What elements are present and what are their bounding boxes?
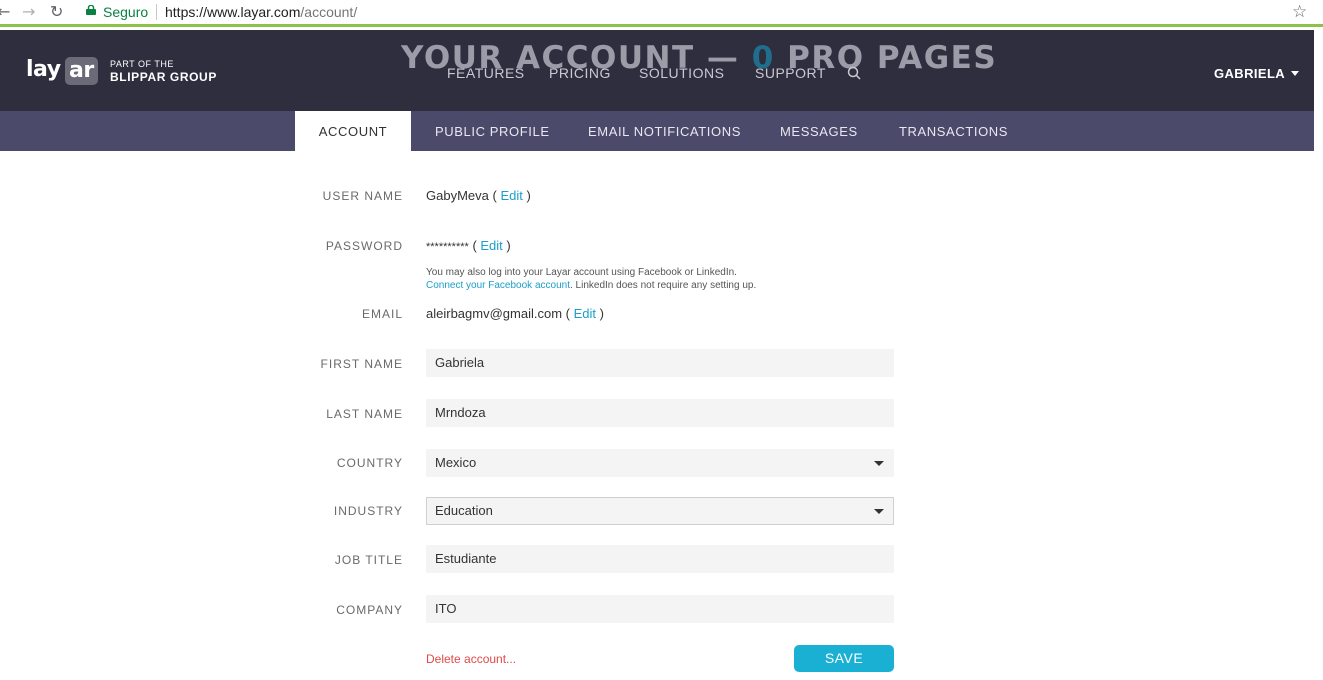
job-title-label: JOB TITLE xyxy=(334,553,403,567)
reload-icon[interactable]: ↻ xyxy=(50,3,63,21)
dropdown-arrow-icon xyxy=(874,509,884,514)
forward-arrow-icon[interactable]: → xyxy=(22,3,35,21)
account-tabs: ACCOUNT PUBLIC PROFILE EMAIL NOTIFICATIO… xyxy=(0,111,1314,151)
password-row: ********** ( Edit ) xyxy=(426,238,511,253)
url-path: /account/ xyxy=(300,4,358,20)
user-name: GABRIELA xyxy=(1214,66,1286,81)
country-select[interactable]: Mexico xyxy=(426,449,894,477)
address-separator xyxy=(156,4,157,20)
last-name-label: LAST NAME xyxy=(326,407,403,421)
username-row: GabyMeva ( Edit ) xyxy=(426,188,531,203)
connect-facebook-link[interactable]: Connect your Facebook account xyxy=(426,280,570,291)
back-arrow-icon[interactable]: ← xyxy=(0,3,10,21)
secure-label: Seguro xyxy=(103,4,149,20)
logo-lay-text: lay xyxy=(26,57,61,82)
last-name-field[interactable]: Mrndoza xyxy=(426,399,894,427)
search-icon[interactable] xyxy=(847,66,861,80)
edit-username-link[interactable]: Edit xyxy=(500,188,522,203)
user-menu[interactable]: GABRIELA xyxy=(1214,66,1300,81)
edit-email-link[interactable]: Edit xyxy=(574,306,596,321)
group-line-2: BLIPPAR GROUP xyxy=(110,70,217,84)
email-row: aleirbagmv@gmail.com ( Edit ) xyxy=(426,306,604,321)
logo-ar-text: ar xyxy=(65,57,98,85)
tab-account[interactable]: ACCOUNT xyxy=(295,111,411,151)
job-title-field[interactable]: Estudiante xyxy=(426,545,894,573)
hint-rest: . LinkedIn does not require any setting … xyxy=(569,280,757,291)
company-label: COMPANY xyxy=(336,603,403,617)
browser-toolbar: ← → ↻ Seguro https://www.layar.com/accou… xyxy=(0,0,1323,27)
blippar-group-label: PART OF THE BLIPPAR GROUP xyxy=(110,58,217,83)
password-value: ********** xyxy=(426,241,469,253)
pro-pages-count: 0 xyxy=(751,40,775,76)
address-bar[interactable]: https://www.layar.com/account/ xyxy=(165,4,357,20)
bookmark-star-icon[interactable]: ☆ xyxy=(1292,2,1307,22)
group-line-1: PART OF THE xyxy=(110,59,174,69)
overlay-title-post: PRO PAGES xyxy=(774,40,998,76)
country-label: COUNTRY xyxy=(336,456,403,470)
lock-icon xyxy=(86,5,96,15)
url-host: https://www.layar.com xyxy=(165,4,301,20)
username-label: USER NAME xyxy=(322,189,403,203)
company-field[interactable]: ITO xyxy=(426,595,894,623)
tab-email-notifications[interactable]: EMAIL NOTIFICATIONS xyxy=(588,111,741,151)
save-button[interactable]: SAVE xyxy=(794,645,894,672)
username-value: GabyMeva xyxy=(426,188,489,203)
edit-password-link[interactable]: Edit xyxy=(480,238,502,253)
delete-account-link[interactable]: Delete account... xyxy=(426,652,516,666)
industry-value: Education xyxy=(435,503,493,518)
dropdown-arrow-icon xyxy=(874,461,884,466)
first-name-field[interactable]: Gabriela xyxy=(426,349,894,377)
email-label: EMAIL xyxy=(361,307,403,321)
page-title-overlay: YOUR ACCOUNT — 0 PRO PAGES xyxy=(401,40,997,76)
site-header: lay ar PART OF THE BLIPPAR GROUP FEATURE… xyxy=(0,30,1314,111)
tab-messages[interactable]: MESSAGES xyxy=(780,111,858,151)
industry-select[interactable]: Education xyxy=(426,497,894,525)
email-value: aleirbagmv@gmail.com xyxy=(426,306,563,321)
social-login-hint: You may also log into your Layar account… xyxy=(426,266,756,292)
first-name-label: FIRST NAME xyxy=(320,357,403,371)
country-value: Mexico xyxy=(435,455,477,470)
tab-transactions[interactable]: TRANSACTIONS xyxy=(899,111,1008,151)
overlay-title-pre: YOUR ACCOUNT — xyxy=(401,40,752,76)
password-label: PASSWORD xyxy=(325,239,403,253)
chevron-down-icon xyxy=(1291,71,1300,77)
tab-public-profile[interactable]: PUBLIC PROFILE xyxy=(435,111,550,151)
industry-label: INDUSTRY xyxy=(333,504,403,518)
hint-line-1: You may also log into your Layar account… xyxy=(426,267,737,278)
